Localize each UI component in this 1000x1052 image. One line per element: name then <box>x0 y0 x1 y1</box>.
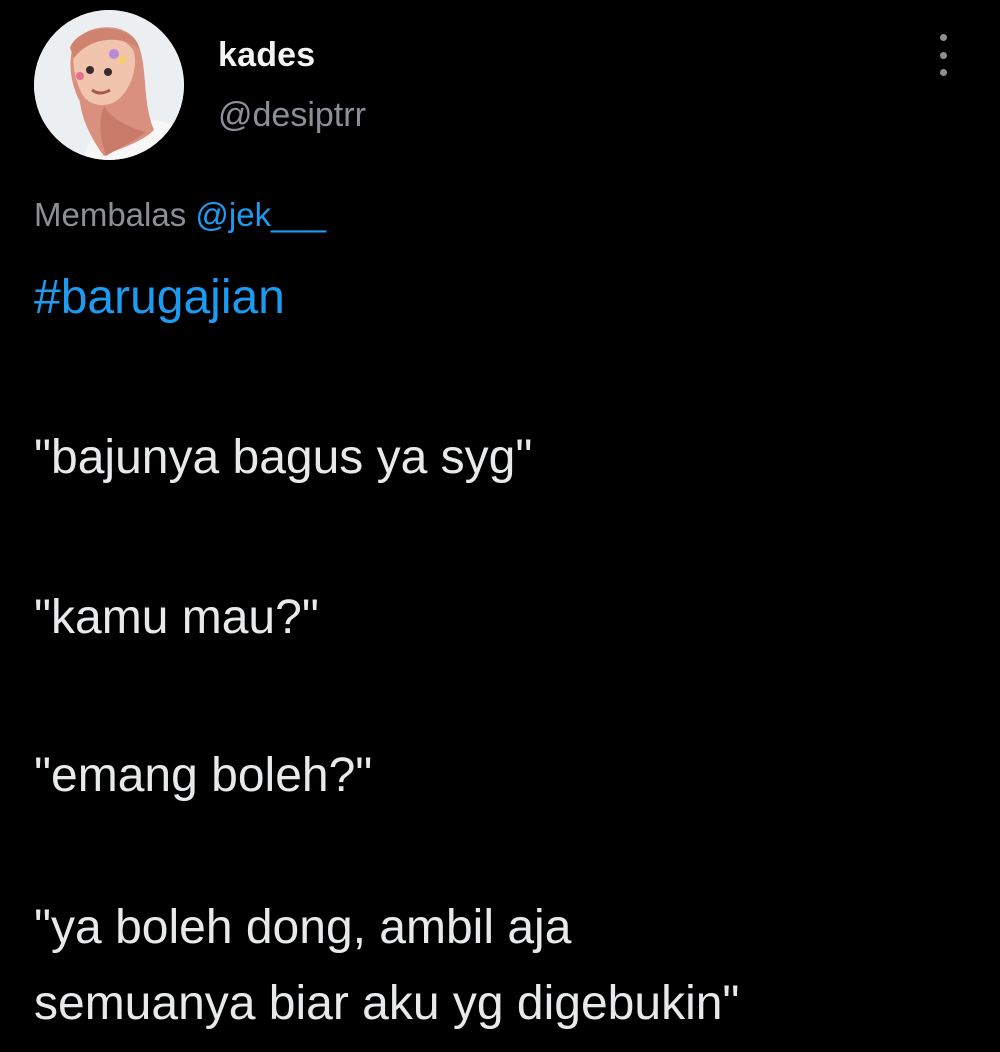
dot <box>939 69 947 76</box>
avatar[interactable] <box>34 10 184 160</box>
reply-context: Membalas @jek___ <box>34 196 326 234</box>
author-name[interactable]: kades <box>218 36 315 75</box>
tweet-text-line: semuanya biar aku yg digebukin" <box>34 977 740 1030</box>
tweet-text-line: "ya boleh dong, ambil aja <box>34 901 572 954</box>
tweet: kades @desiptrr Membalas @jek___ #baruga… <box>0 0 1000 1052</box>
dot <box>939 51 947 59</box>
tweet-text-line: "kamu mau?" <box>34 591 319 644</box>
hashtag-link[interactable]: #barugajian <box>34 270 285 325</box>
profile-photo-icon <box>34 10 184 160</box>
reply-prefix: Membalas <box>34 196 187 233</box>
dot <box>939 34 947 41</box>
reply-mention-link[interactable]: @jek___ <box>195 196 326 233</box>
author-handle[interactable]: @desiptrr <box>218 96 366 135</box>
tweet-text-line: "bajunya bagus ya syg" <box>34 431 533 484</box>
tweet-text-line: "emang boleh?" <box>34 749 373 802</box>
more-options-icon[interactable] <box>926 34 960 76</box>
